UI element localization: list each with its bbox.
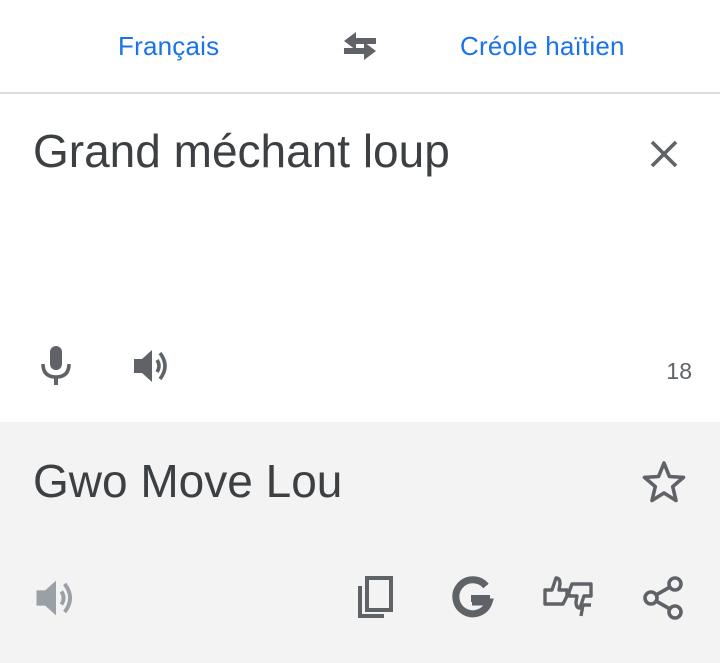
thumbs-feedback-icon xyxy=(543,576,593,617)
swap-languages-button[interactable] xyxy=(336,24,384,68)
input-pane[interactable]: Grand méchant loup 18 xyxy=(0,96,720,422)
google-search-button[interactable] xyxy=(446,572,498,624)
translated-text: Gwo Move Lou xyxy=(33,455,343,507)
close-icon xyxy=(650,140,678,168)
copy-translation-button[interactable] xyxy=(350,572,402,624)
clear-input-button[interactable] xyxy=(640,130,688,178)
microphone-button[interactable] xyxy=(32,342,80,390)
save-translation-button[interactable] xyxy=(638,456,690,508)
listen-source-button[interactable] xyxy=(128,342,176,390)
source-language-button[interactable]: Français xyxy=(118,26,219,66)
share-icon xyxy=(643,576,683,620)
target-language-button[interactable]: Créole haïtien xyxy=(460,26,625,66)
rate-translation-button[interactable] xyxy=(540,572,593,624)
microphone-icon xyxy=(41,346,71,385)
star-outline-icon xyxy=(642,461,686,503)
share-translation-button[interactable] xyxy=(638,572,690,624)
character-count: 18 xyxy=(666,358,692,384)
copy-icon xyxy=(358,576,393,618)
google-g-icon xyxy=(452,576,494,618)
volume-icon xyxy=(134,350,167,382)
output-pane: Gwo Move Lou xyxy=(0,422,720,663)
language-bar: Français Créole haïtien xyxy=(0,0,720,94)
listen-translation-button[interactable] xyxy=(30,572,82,624)
source-text-input[interactable]: Grand méchant loup xyxy=(33,124,450,178)
volume-icon xyxy=(36,580,73,616)
swap-arrows-icon xyxy=(344,32,376,60)
